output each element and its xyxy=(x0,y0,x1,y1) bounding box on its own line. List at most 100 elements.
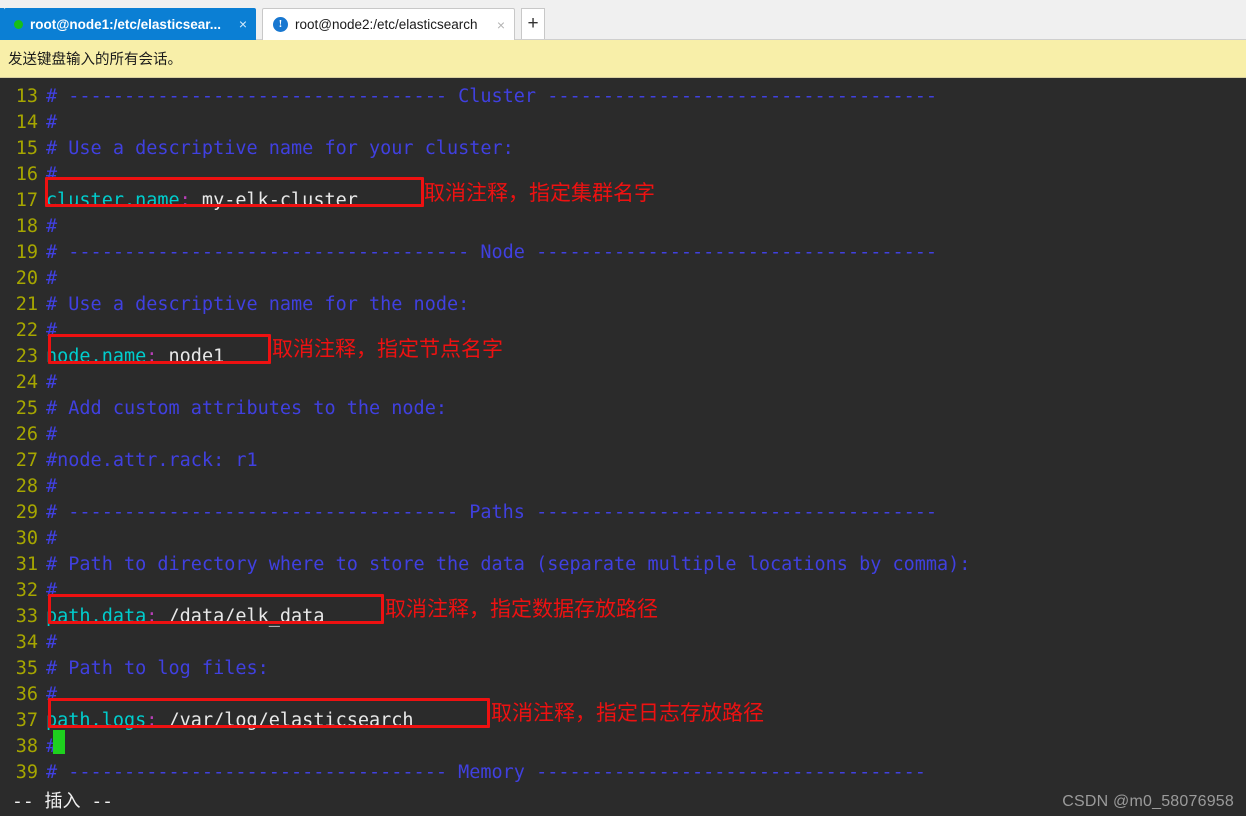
code-segment: # xyxy=(46,528,58,549)
code-segment: # xyxy=(46,476,58,497)
editor-line: 13 # ---------------------------------- C… xyxy=(0,84,1246,110)
line-number: 25 xyxy=(15,398,38,419)
code-segment: # ----------------------------------- xyxy=(46,502,470,523)
editor-line: 15 # Use a descriptive name for your clus… xyxy=(0,136,1246,162)
line-number: 33 xyxy=(15,606,38,627)
line-number: 27 xyxy=(15,450,38,471)
terminal-cursor xyxy=(53,730,65,754)
terminal-pane[interactable]: 13 # ---------------------------------- C… xyxy=(0,78,1246,816)
code-segment: : xyxy=(146,346,158,367)
code-segment: # ---------------------------------- xyxy=(46,86,459,107)
line-number: 38 xyxy=(15,736,38,757)
line-number: 13 xyxy=(15,86,38,107)
code-segment: ----------------------------------- xyxy=(536,86,938,107)
code-segment: # xyxy=(46,164,58,185)
line-number: 30 xyxy=(15,528,38,549)
broadcast-notice-bar: 发送键盘输入的所有会话。 xyxy=(0,40,1246,78)
line-number: 15 xyxy=(15,138,38,159)
line-number: 29 xyxy=(15,502,38,523)
code-segment: # xyxy=(46,424,58,445)
editor-line: 38 # xyxy=(0,734,1246,760)
node-name-annotation: 取消注释，指定节点名字 xyxy=(272,337,503,361)
code-segment: # Path to log files: xyxy=(46,658,269,679)
line-number: 23 xyxy=(15,346,38,367)
line-number: 36 xyxy=(15,684,38,705)
tab-node2-label: root@node2:/etc/elasticsearch xyxy=(295,17,478,32)
code-segment: ----------------------------------- xyxy=(524,762,926,783)
editor-line: 28 # xyxy=(0,474,1246,500)
broadcast-notice-text: 发送键盘输入的所有会话。 xyxy=(8,52,182,68)
tab-node2[interactable]: ! root@node2:/etc/elasticsearch × xyxy=(262,8,515,40)
new-tab-button[interactable]: + xyxy=(521,8,545,39)
editor-line: 35 # Path to log files: xyxy=(0,656,1246,682)
code-segment: Cluster xyxy=(458,86,537,107)
editor-line: 26 # xyxy=(0,422,1246,448)
code-segment: # xyxy=(46,216,58,237)
line-number: 28 xyxy=(15,476,38,497)
code-segment: Paths xyxy=(469,502,525,523)
editor-line: 25 # Add custom attributes to the node: xyxy=(0,396,1246,422)
code-segment: Node xyxy=(480,242,525,263)
code-segment: cluster.name xyxy=(46,190,180,211)
cluster-name-annotation: 取消注释，指定集群名字 xyxy=(424,181,655,205)
tab-bar: root@node1:/etc/elasticsear... × ! root@… xyxy=(0,0,1246,40)
code-segment: : xyxy=(146,606,158,627)
line-number: 17 xyxy=(15,190,38,211)
code-segment: # xyxy=(46,372,58,393)
vim-mode-indicator: -- 插入 -- xyxy=(12,791,114,812)
editor-line: 34 # xyxy=(0,630,1246,656)
editor-line: 18 # xyxy=(0,214,1246,240)
code-segment: Memory xyxy=(458,762,525,783)
code-segment: : xyxy=(179,190,191,211)
code-segment: /var/log/elasticsearch xyxy=(157,710,414,731)
line-number: 21 xyxy=(15,294,38,315)
code-segment: : xyxy=(146,710,158,731)
tab-node2-close-icon[interactable]: × xyxy=(492,17,510,33)
line-number: 16 xyxy=(15,164,38,185)
line-number: 20 xyxy=(15,268,38,289)
line-number: 39 xyxy=(15,762,38,783)
line-number: 24 xyxy=(15,372,38,393)
tab-node1-close-icon[interactable]: × xyxy=(234,16,252,32)
editor-line: 14 # xyxy=(0,110,1246,136)
code-segment: # Path to directory where to store the d… xyxy=(46,554,971,575)
editor-line: 27 #node.attr.rack: r1 xyxy=(0,448,1246,474)
editor-line: 24 # xyxy=(0,370,1246,396)
code-segment: path.logs xyxy=(46,710,147,731)
code-segment: # xyxy=(46,320,58,341)
code-segment: # xyxy=(46,684,58,705)
code-segment: node1 xyxy=(157,346,225,367)
path-logs-annotation: 取消注释，指定日志存放路径 xyxy=(491,701,764,725)
csdn-watermark: CSDN @m0_58076958 xyxy=(1062,793,1234,810)
code-segment: node.name xyxy=(46,346,147,367)
code-segment: # ---------------------------------- xyxy=(46,762,459,783)
line-number: 35 xyxy=(15,658,38,679)
code-segment: path.data xyxy=(46,606,147,627)
code-segment: # Use a descriptive name for your cluste… xyxy=(46,138,514,159)
editor-line: 20 # xyxy=(0,266,1246,292)
line-number: 19 xyxy=(15,242,38,263)
editor-line: 31 # Path to directory where to store the… xyxy=(0,552,1246,578)
code-segment: # xyxy=(46,112,58,133)
editor-line: 23 node.name: node1 xyxy=(0,344,1246,370)
code-segment: # Add custom attributes to the node: xyxy=(46,398,447,419)
code-segment: /data/elk_data xyxy=(157,606,325,627)
line-number: 14 xyxy=(15,112,38,133)
code-segment: # Use a descriptive name for the node: xyxy=(46,294,470,315)
line-number: 32 xyxy=(15,580,38,601)
editor-line: 29 # ----------------------------------- … xyxy=(0,500,1246,526)
green-dot-icon xyxy=(14,19,23,29)
code-segment: # xyxy=(46,268,58,289)
editor-line: 21 # Use a descriptive name for the node: xyxy=(0,292,1246,318)
code-segment: ------------------------------------ xyxy=(524,502,938,523)
tab-node1[interactable]: root@node1:/etc/elasticsear... × xyxy=(4,8,256,40)
tab-node1-label: root@node1:/etc/elasticsear... xyxy=(30,16,221,32)
editor-line: 39 # ---------------------------------- M… xyxy=(0,760,1246,786)
code-segment: # xyxy=(46,632,58,653)
line-number: 31 xyxy=(15,554,38,575)
line-number: 22 xyxy=(15,320,38,341)
line-number: 34 xyxy=(15,632,38,653)
code-segment: # ------------------------------------ xyxy=(46,242,481,263)
code-segment: ------------------------------------ xyxy=(524,242,938,263)
editor-line: 19 # ------------------------------------… xyxy=(0,240,1246,266)
